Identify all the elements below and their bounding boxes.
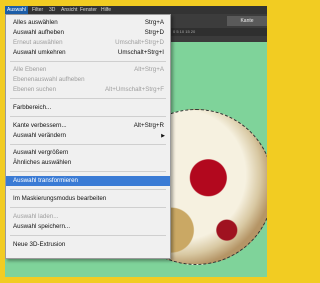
menu-item-aehnliches-auswaehlen[interactable]: Ähnliches auswählen — [6, 158, 170, 168]
menu-item-kante-verbessern[interactable]: Kante verbessern... Alt+Strg+R — [6, 121, 170, 131]
menu-separator — [10, 189, 166, 190]
menu-item-alle-ebenen: Alle Ebenen Alt+Strg+A — [13, 66, 164, 73]
auswahl-dropdown-menu: Alles auswählen Strg+A Auswahl aufheben … — [5, 14, 171, 259]
photoshop-window: Auswahl Filter 3D Ansicht Fenster Hilfe … — [5, 6, 267, 277]
menu-separator — [10, 61, 166, 62]
ruler — [160, 36, 267, 42]
menu-fenster[interactable]: Fenster — [80, 7, 97, 13]
menu-item-auswahl-veraendern[interactable]: Auswahl verändern ▶ — [6, 131, 170, 141]
menu-3d[interactable]: 3D — [49, 7, 55, 13]
menu-auswahl[interactable]: Auswahl — [5, 6, 28, 14]
submenu-arrow-icon: ▶ — [161, 133, 165, 139]
menu-item-auswahl-aufheben[interactable]: Auswahl aufheben Strg+D — [6, 28, 170, 38]
ruler-text: 0 5 10 15 20 — [173, 29, 196, 34]
menu-item-ebenen-suchen: Ebenen suchen Alt+Umschalt+Strg+F — [13, 86, 164, 93]
menu-filter[interactable]: Filter — [32, 7, 43, 13]
menu-item-alles-auswaehlen[interactable]: Alles auswählen Strg+A — [6, 18, 170, 28]
menu-item-auswahl-vergroessern[interactable]: Auswahl vergrößern — [6, 148, 170, 158]
menu-separator — [10, 171, 166, 172]
menu-item-ebenenauswahl-aufheben: Ebenenauswahl aufheben — [13, 76, 85, 83]
menu-item-auswahl-speichern[interactable]: Auswahl speichern... — [6, 222, 170, 232]
menu-item-farbbereich[interactable]: Farbbereich... — [6, 103, 170, 113]
menu-separator — [10, 235, 166, 236]
menu-item-maskierungsmodus[interactable]: Im Maskierungsmodus bearbeiten — [6, 194, 170, 204]
menu-separator — [10, 144, 166, 145]
menu-ansicht[interactable]: Ansicht — [61, 7, 77, 13]
menu-item-auswahl-laden: Auswahl laden... — [13, 213, 59, 220]
menu-separator — [10, 207, 166, 208]
menu-separator — [10, 98, 166, 99]
menu-item-neue-3d-extrusion[interactable]: Neue 3D-Extrusion — [6, 240, 170, 250]
menu-item-auswahl-umkehren[interactable]: Auswahl umkehren Umschalt+Strg+I — [6, 48, 170, 58]
menu-item-auswahl-transformieren[interactable]: Auswahl transformieren — [6, 176, 170, 186]
menu-hilfe[interactable]: Hilfe — [101, 7, 111, 13]
menu-separator — [10, 116, 166, 117]
menu-bar: Auswahl Filter 3D Ansicht Fenster Hilfe — [5, 6, 267, 14]
menu-item-erneut-auswaehlen: Erneut auswählen Umschalt+Strg+D — [13, 39, 164, 46]
refine-edge-button[interactable]: Kante verbessern... — [227, 16, 267, 34]
